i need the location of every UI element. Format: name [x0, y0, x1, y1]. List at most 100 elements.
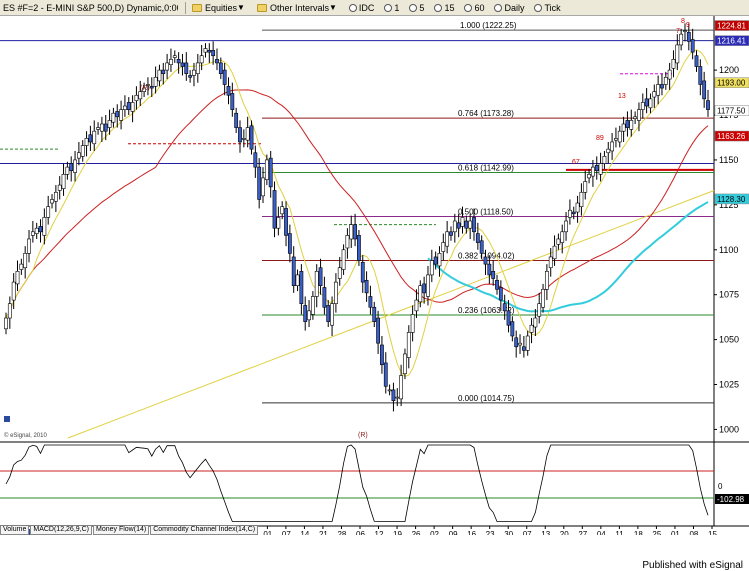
candle-body: [4, 317, 8, 330]
candle-body: [498, 287, 503, 301]
candle-body: [414, 299, 419, 312]
copyright-label: © eSignal, 2010: [4, 432, 47, 439]
candle-body: [587, 174, 591, 179]
candle-body: [468, 220, 473, 229]
interval-label: Tick: [544, 2, 561, 13]
candle-body: [169, 59, 173, 66]
candle-body: [686, 32, 691, 42]
candle-body: [149, 85, 154, 89]
candle-body: [276, 217, 281, 229]
price-chart[interactable]: 1200117511501125110010751050102510001.00…: [0, 16, 749, 535]
candle-body: [92, 130, 97, 145]
candle-body: [510, 321, 515, 337]
fib-level-label: 0.500 (1118.50): [458, 208, 514, 217]
candle-body: [452, 220, 457, 233]
interval-label: IDC: [358, 2, 375, 13]
candle-body: [119, 109, 123, 121]
radio-icon: [494, 3, 503, 12]
annotation-label: 7: [676, 28, 680, 35]
candle-body: [241, 138, 246, 140]
indicator-tab[interactable]: Commodity Channel Index(14,C): [150, 526, 259, 535]
candle-body: [698, 66, 703, 85]
candle-body: [491, 271, 496, 279]
candle-body: [80, 145, 85, 157]
interval-label: 1: [394, 2, 400, 13]
candle-body: [598, 163, 603, 175]
candle-body: [617, 130, 622, 143]
interval-daily[interactable]: Daily: [491, 1, 527, 15]
candle-body: [594, 165, 599, 172]
fib-level-label: 0.618 (1142.99): [458, 164, 514, 173]
candle-body: [591, 166, 595, 177]
candle-body: [115, 111, 120, 118]
candle-body: [303, 305, 308, 322]
candle-body: [123, 105, 127, 110]
candle-body: [184, 62, 189, 74]
candle-body: [295, 274, 300, 286]
candle-body: [280, 206, 285, 215]
interval-label: 15: [444, 2, 455, 13]
candle-body: [637, 109, 641, 121]
other-intervals-menu[interactable]: Other Intervals ▼: [254, 1, 342, 15]
candle-body: [326, 305, 331, 322]
candle-body: [495, 280, 499, 290]
candle-body: [264, 159, 269, 180]
candle-body: [548, 256, 553, 269]
interval-15[interactable]: 15: [431, 1, 457, 15]
indicator-tab[interactable]: Volume: [0, 526, 30, 535]
candle-body: [502, 303, 507, 312]
interval-1[interactable]: 1: [381, 1, 402, 15]
candle-body: [395, 396, 400, 399]
candle-body: [38, 226, 43, 233]
candle-body: [579, 191, 584, 207]
interval-label: Daily: [504, 2, 525, 13]
y-tick-label: 1200: [719, 65, 739, 75]
candle-body: [349, 224, 354, 240]
candle-body: [357, 235, 361, 261]
symbol-dropdown[interactable]: ES #F=2 - E-MINI S&P 500,D) Dynamic,0:00…: [0, 1, 178, 15]
candle-body: [334, 281, 338, 304]
candle-body: [287, 233, 292, 254]
candle-body: [211, 50, 216, 57]
candle-body: [138, 91, 143, 100]
candle-body: [42, 217, 47, 236]
interval-60[interactable]: 60: [461, 1, 487, 15]
indicator-tab[interactable]: Money Flow(14): [93, 526, 150, 535]
indicator-tab[interactable]: MACD(12,26,9,C): [30, 526, 92, 535]
fib-level-label: 0.764 (1173.28): [458, 109, 514, 118]
interval-radios: IDC 1 5 15 60 Daily Tick: [346, 1, 568, 15]
interval-idc[interactable]: IDC: [346, 1, 378, 15]
candle-body: [410, 314, 415, 333]
radio-icon: [434, 3, 443, 12]
candle-body: [134, 94, 139, 101]
candle-body: [514, 337, 519, 348]
equities-menu[interactable]: Equities ▼: [189, 1, 250, 15]
candle-body: [556, 238, 561, 245]
candle-body: [610, 141, 614, 152]
candle-body: [337, 267, 342, 279]
candle-body: [571, 211, 576, 215]
candle-body: [126, 102, 131, 110]
candle-body: [218, 62, 223, 74]
interval-5[interactable]: 5: [406, 1, 427, 15]
published-label: Published with eSignal: [642, 560, 743, 571]
candle-body: [456, 222, 461, 229]
interval-label: 5: [419, 2, 425, 13]
candle-body: [345, 235, 350, 249]
radio-icon: [348, 3, 357, 12]
candle-body: [353, 224, 357, 240]
radio-icon: [534, 3, 543, 12]
candle-body: [648, 98, 653, 109]
candle-body: [671, 59, 676, 69]
candle-body: [644, 98, 649, 107]
price-tag-label: 1193.00: [717, 79, 746, 88]
candle-body: [284, 208, 288, 236]
candle-body: [506, 310, 511, 326]
candle-body: [568, 209, 572, 218]
candle-body: [299, 271, 304, 304]
candle-body: [180, 62, 185, 67]
interval-tick[interactable]: Tick: [531, 1, 563, 15]
toolbar: ES #F=2 - E-MINI S&P 500,D) Dynamic,0:00…: [0, 0, 749, 16]
y-tick-label: 1050: [719, 335, 739, 345]
candle-body: [541, 288, 545, 308]
